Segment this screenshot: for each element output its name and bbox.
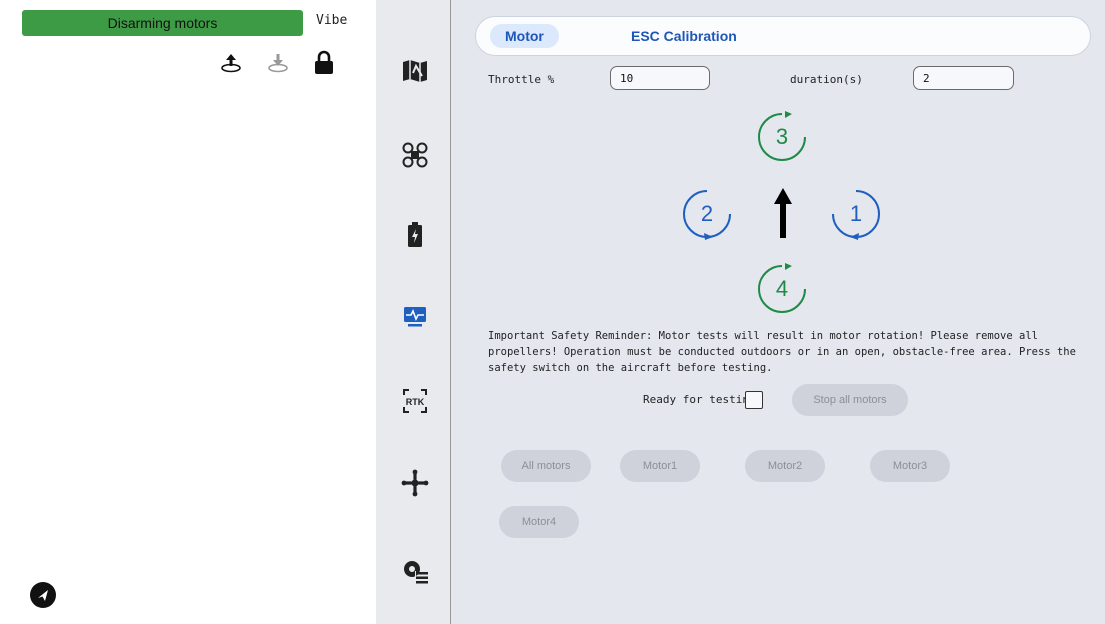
left-panel: Disarming motors Vibe (0, 0, 376, 624)
send-icon[interactable] (30, 582, 56, 608)
battery-icon[interactable] (400, 220, 430, 250)
throttle-input[interactable]: 10 (610, 66, 710, 90)
tab-bar: Motor ESC Calibration (475, 16, 1091, 56)
motor1-button[interactable]: Motor1 (620, 450, 700, 482)
throttle-label: Throttle % (488, 73, 555, 86)
duration-input[interactable]: 2 (913, 66, 1014, 90)
motor-2-indicator: 2 (680, 187, 734, 241)
motor4-button[interactable]: Motor4 (499, 506, 579, 538)
lock-icon[interactable] (311, 50, 337, 76)
upload-icon[interactable] (218, 50, 244, 76)
motor-fan-icon[interactable] (400, 468, 430, 498)
vibe-button[interactable]: Vibe (316, 13, 347, 28)
all-motors-button[interactable]: All motors (501, 450, 591, 482)
monitor-icon[interactable] (400, 302, 430, 332)
motor-4-indicator: 4 (755, 262, 809, 316)
return-icon[interactable] (265, 50, 291, 76)
drone-icon[interactable] (400, 140, 430, 170)
motor-1-indicator: 1 (829, 187, 883, 241)
motor-3-number: 3 (775, 124, 789, 149)
motor-2-number: 2 (700, 201, 714, 226)
tab-esc-calibration[interactable]: ESC Calibration (616, 24, 752, 48)
tab-motor[interactable]: Motor (490, 24, 559, 48)
ready-for-testing-checkbox[interactable] (745, 391, 763, 409)
motor-1-number: 1 (849, 201, 863, 226)
safety-reminder: Important Safety Reminder: Motor tests w… (488, 330, 1076, 374)
motor3-button[interactable]: Motor3 (870, 450, 950, 482)
stop-all-motors-button[interactable]: Stop all motors (792, 384, 908, 416)
status-banner: Disarming motors (22, 10, 303, 36)
duration-label: duration(s) (790, 73, 863, 86)
ready-for-testing-label: Ready for testing (643, 393, 756, 406)
rtk-icon[interactable]: RTK (400, 386, 430, 416)
rtk-label: RTK (406, 397, 425, 407)
motor2-button[interactable]: Motor2 (745, 450, 825, 482)
settings-icon[interactable] (400, 556, 430, 586)
sidebar: RTK (376, 0, 451, 624)
motor-3-indicator: 3 (755, 110, 809, 164)
motor-4-number: 4 (775, 276, 789, 301)
map-icon[interactable] (400, 56, 430, 86)
arrow-up-icon (773, 188, 793, 238)
